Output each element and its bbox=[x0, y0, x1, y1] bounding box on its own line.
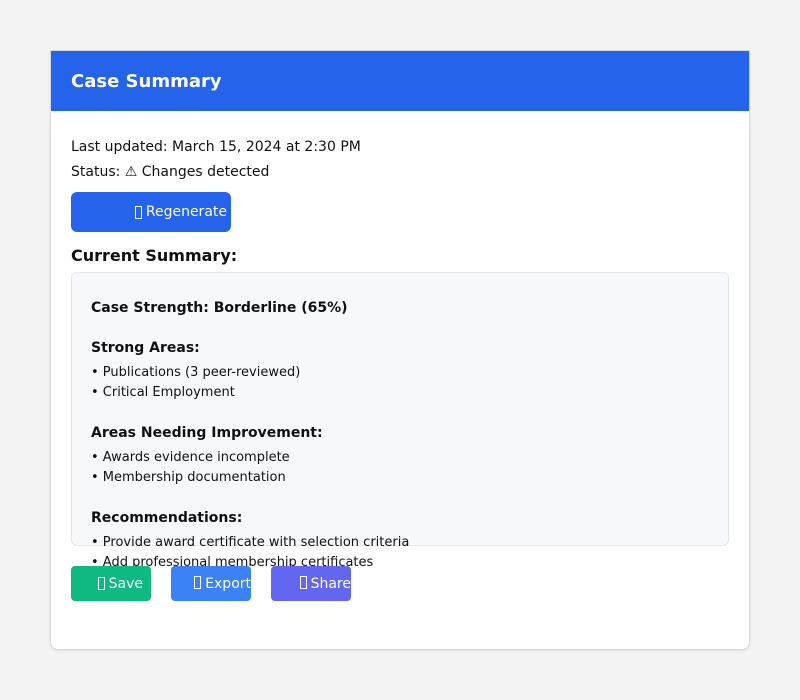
save-icon bbox=[97, 577, 105, 590]
card-title: Case Summary bbox=[71, 70, 222, 92]
card-header: Case Summary bbox=[51, 51, 749, 111]
improvement-areas-heading: Areas Needing Improvement: bbox=[91, 425, 323, 441]
export-button-label: Export bbox=[205, 575, 251, 592]
share-button[interactable]: Share bbox=[271, 566, 351, 601]
list-item: • Membership documentation bbox=[91, 470, 286, 485]
status-text: Status: ⚠ Changes detected bbox=[71, 164, 270, 180]
summary-box: Case Strength: Borderline (65%) Strong A… bbox=[71, 272, 729, 570]
recommendations-heading: Recommendations: bbox=[91, 510, 243, 526]
strong-areas-heading: Strong Areas: bbox=[91, 340, 200, 356]
export-icon bbox=[194, 575, 202, 589]
refresh-icon bbox=[134, 205, 142, 219]
last-updated-text: Last updated: March 15, 2024 at 2:30 PM bbox=[71, 139, 361, 155]
case-strength: Case Strength: Borderline (65%) bbox=[91, 300, 348, 316]
current-summary-heading: Current Summary: bbox=[71, 246, 238, 265]
improvement-areas-list: • Awards evidence incomplete • Membershi… bbox=[91, 448, 709, 488]
card-body: Last updated: March 15, 2024 at 2:30 PM … bbox=[51, 111, 749, 601]
export-button[interactable]: Export bbox=[171, 566, 251, 601]
list-item: • Critical Employment bbox=[91, 385, 235, 400]
share-button-label: Share bbox=[310, 575, 351, 592]
save-button-label: Save bbox=[108, 575, 143, 592]
strong-areas-list: • Publications (3 peer-reviewed) • Criti… bbox=[91, 363, 709, 403]
regenerate-button[interactable]: Regenerate bbox=[71, 192, 231, 232]
save-button[interactable]: Save bbox=[71, 566, 151, 601]
list-item: • Awards evidence incomplete bbox=[91, 450, 290, 465]
list-item: • Publications (3 peer-reviewed) bbox=[91, 365, 301, 380]
list-item: • Provide award certificate with selecti… bbox=[91, 535, 410, 550]
regenerate-button-label: Regenerate bbox=[145, 204, 227, 220]
share-icon bbox=[299, 575, 307, 589]
case-summary-card: Case Summary Last updated: March 15, 202… bbox=[50, 50, 750, 650]
